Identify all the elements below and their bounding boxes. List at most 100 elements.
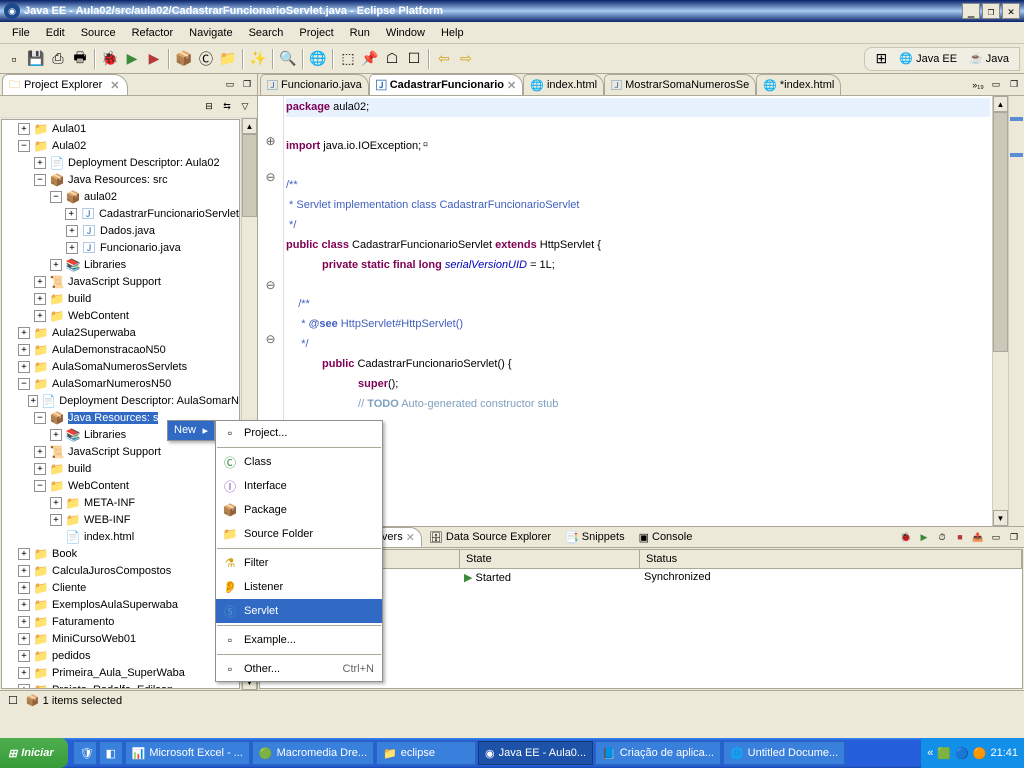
close-icon[interactable]: ✕ — [110, 79, 119, 92]
stop-server-icon[interactable]: ■ — [952, 529, 968, 545]
debug-icon[interactable]: 🐞 — [100, 49, 120, 69]
back-icon[interactable]: ⇦ — [434, 49, 454, 69]
project-explorer-tree[interactable]: +📁Aula01 −📁Aula02 +📄Deployment Descripto… — [1, 119, 240, 689]
menu-edit[interactable]: Edit — [38, 24, 73, 42]
tray-icon[interactable]: 🟩 — [937, 747, 951, 760]
task-ie[interactable]: 🌐Untitled Docume... — [723, 741, 845, 765]
close-button[interactable]: ✕ — [1002, 3, 1020, 19]
menu-new-class[interactable]: ⒸClass — [216, 450, 382, 474]
editor-tab-index2[interactable]: 🌐*index.html — [756, 74, 841, 95]
maximize-view-icon[interactable]: ❐ — [1006, 529, 1022, 545]
tab-overflow-icon[interactable]: »₁₉ — [970, 77, 986, 93]
task-word[interactable]: 📘Criação de aplica... — [595, 741, 721, 765]
forward-icon[interactable]: ⇨ — [456, 49, 476, 69]
print-icon[interactable]: 🖶 — [70, 49, 90, 69]
task-dreamweaver[interactable]: 🟢Macromedia Dre... — [252, 741, 374, 765]
editor-tab-index1[interactable]: 🌐index.html — [523, 74, 604, 95]
menu-run[interactable]: Run — [342, 24, 378, 42]
newfolder-icon[interactable]: 📁 — [218, 49, 238, 69]
library-icon: 📚 — [65, 257, 81, 273]
menu-project[interactable]: Project — [291, 24, 341, 42]
minimize-view-icon[interactable]: ▭ — [222, 77, 238, 93]
maximize-editor-icon[interactable]: ❐ — [1006, 77, 1022, 93]
minimize-button[interactable]: _ — [962, 3, 980, 19]
menu-file[interactable]: File — [4, 24, 38, 42]
newpkg-icon[interactable]: 📦 — [174, 49, 194, 69]
task-excel[interactable]: 📊Microsoft Excel - ... — [125, 741, 250, 765]
clock[interactable]: 21:41 — [990, 747, 1018, 759]
runext-icon[interactable]: ▶ — [144, 49, 164, 69]
menu-window[interactable]: Window — [378, 24, 433, 42]
maximize-button[interactable]: ❐ — [982, 3, 1000, 19]
task-quick2[interactable]: ◧ — [99, 741, 123, 765]
marker-icon[interactable]: ☖ — [382, 49, 402, 69]
profile-server-icon[interactable]: ⏱ — [934, 529, 950, 545]
menu-source[interactable]: Source — [73, 24, 124, 42]
menu-help[interactable]: Help — [433, 24, 472, 42]
tray-icon[interactable]: 🟠 — [973, 747, 987, 760]
task-eclipse-folder[interactable]: 📁eclipse — [376, 741, 476, 765]
view-menu-icon[interactable]: ▽ — [237, 99, 253, 115]
start-button[interactable]: ⊞Iniciar — [0, 738, 68, 768]
start-server-icon[interactable]: ▶ — [916, 529, 932, 545]
wand-icon[interactable]: ✨ — [248, 49, 268, 69]
project-icon: 📁 — [33, 648, 49, 664]
tray-icon[interactable]: 🔵 — [955, 747, 969, 760]
save-icon[interactable]: 💾 — [26, 49, 46, 69]
menu-new-example[interactable]: ▫Example... — [216, 628, 382, 652]
editor-tab-funcionario[interactable]: 🄹Funcionario.java — [260, 74, 369, 95]
newclass-icon[interactable]: Ⓒ — [196, 49, 216, 69]
fold-minus-icon: ⊖ — [258, 168, 283, 186]
tray-expand-icon[interactable]: « — [927, 747, 933, 759]
collapse-all-icon[interactable]: ⊟ — [201, 99, 217, 115]
close-icon[interactable]: ✕ — [406, 531, 415, 544]
code-content[interactable]: package aula02; import java.io.IOExcepti… — [284, 96, 992, 526]
pin-icon[interactable]: 📌 — [360, 49, 380, 69]
tab-snippets[interactable]: 📑Snippets — [558, 527, 632, 547]
perspective-java[interactable]: ☕Java — [965, 50, 1013, 67]
run-icon[interactable]: ▶ — [122, 49, 142, 69]
project-explorer-tab[interactable]: 🗀 Project Explorer ✕ — [2, 74, 128, 95]
maximize-view-icon[interactable]: ❐ — [239, 77, 255, 93]
menu-new-servlet[interactable]: ⓈServlet — [216, 599, 382, 623]
minimize-editor-icon[interactable]: ▭ — [988, 77, 1004, 93]
web-icon[interactable]: 🌐 — [308, 49, 328, 69]
link-editor-icon[interactable]: ⇆ — [219, 99, 235, 115]
search-icon[interactable]: 🔍 — [278, 49, 298, 69]
tab-data-source[interactable]: 🗄Data Source Explorer — [422, 527, 558, 547]
close-icon[interactable]: ✕ — [507, 79, 516, 92]
editor-tab-cadastrar[interactable]: 🄹CadastrarFuncionario✕ — [369, 74, 524, 95]
menu-new-listener[interactable]: 👂Listener — [216, 575, 382, 599]
interface-icon: Ⓘ — [222, 478, 238, 494]
minimize-view-icon[interactable]: ▭ — [988, 529, 1004, 545]
tab-console[interactable]: ▣Console — [632, 527, 700, 547]
new-icon[interactable]: ▫ — [4, 49, 24, 69]
saveall-icon[interactable]: ⎙ — [48, 49, 68, 69]
editor-tab-mostrar[interactable]: 🄹MostrarSomaNumerosSe — [604, 74, 756, 95]
perspective-javaee[interactable]: 🌐Java EE — [895, 50, 961, 67]
project-icon: 📁 — [33, 325, 49, 341]
menu-refactor[interactable]: Refactor — [124, 24, 182, 42]
task-quick1[interactable]: 🛡 — [73, 741, 97, 765]
menu-new-other[interactable]: ▫Other...Ctrl+N — [216, 657, 382, 681]
folder-icon: 📁 — [65, 495, 81, 511]
menu-search[interactable]: Search — [241, 24, 292, 42]
toggle-icon[interactable]: ⬚ — [338, 49, 358, 69]
editor-scrollbar[interactable]: ▲ ▼ — [992, 96, 1008, 526]
submenu-new[interactable]: New▸ — [168, 421, 214, 440]
debug-server-icon[interactable]: 🐞 — [898, 529, 914, 545]
publish-icon[interactable]: 📤 — [970, 529, 986, 545]
overview-ruler[interactable] — [1008, 96, 1024, 526]
task-eclipse[interactable]: ◉Java EE - Aula0... — [478, 741, 593, 765]
menu-new-sourcefolder[interactable]: 📁Source Folder — [216, 522, 382, 546]
open-perspective-icon[interactable]: ⊞ — [871, 49, 891, 69]
menu-new-project[interactable]: ▫Project... — [216, 421, 382, 445]
menu-new-package[interactable]: 📦Package — [216, 498, 382, 522]
menu-new-filter[interactable]: ⚗Filter — [216, 551, 382, 575]
col-state[interactable]: State — [460, 550, 640, 568]
menu-navigate[interactable]: Navigate — [181, 24, 240, 42]
task-icon[interactable]: ☐ — [404, 49, 424, 69]
menu-new-interface[interactable]: ⒾInterface — [216, 474, 382, 498]
system-tray[interactable]: « 🟩 🔵 🟠 21:41 — [921, 738, 1024, 768]
col-status[interactable]: Status — [640, 550, 1022, 568]
